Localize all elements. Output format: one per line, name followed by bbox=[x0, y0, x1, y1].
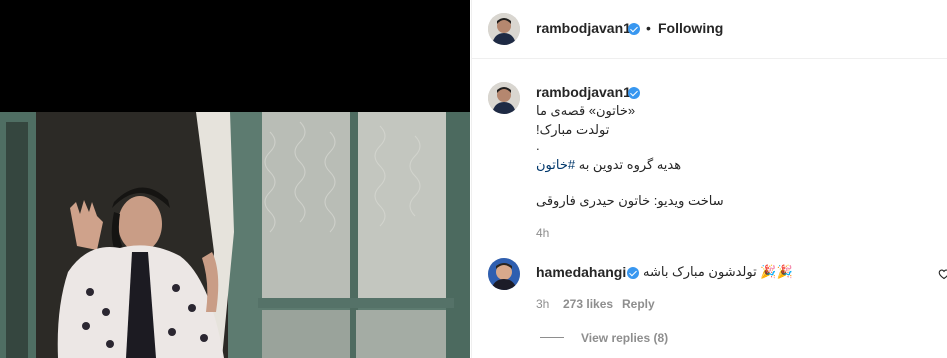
hashtag-link[interactable]: #خاتون bbox=[536, 157, 575, 172]
post-header: rambodjavan1 • Following bbox=[472, 0, 947, 59]
author-avatar-image bbox=[488, 13, 520, 45]
caption-line-4: ساخت ویدیو: خاتون حیدری فاروقی bbox=[536, 193, 724, 208]
comment-reply-button[interactable]: Reply bbox=[622, 297, 655, 311]
comment-text: تولدشون مبارک باشه bbox=[643, 264, 757, 279]
caption-line-1: «خاتون» قصه‌ی ما bbox=[536, 103, 636, 118]
comment-likes[interactable]: 273 likes bbox=[563, 297, 613, 311]
comment-verified-badge-icon bbox=[627, 267, 639, 279]
caption-verified-badge-icon bbox=[628, 87, 640, 99]
video-frame[interactable] bbox=[0, 112, 470, 358]
caption-line-3-text: هدیه گروه تدوین به bbox=[578, 157, 682, 172]
caption-dot: . bbox=[536, 138, 540, 153]
caption-line-3: هدیه گروه تدوین به #خاتون bbox=[536, 157, 681, 173]
like-heart-icon[interactable] bbox=[938, 268, 947, 280]
view-replies-button[interactable]: View replies (8) bbox=[581, 331, 668, 345]
caption-author-avatar[interactable] bbox=[488, 82, 520, 114]
author-avatar[interactable] bbox=[488, 13, 520, 45]
header-separator: • bbox=[646, 20, 651, 36]
comment-avatar-image bbox=[488, 258, 520, 290]
caption-avatar-image bbox=[488, 82, 520, 114]
post-details-panel: rambodjavan1 • Following rambodjavan1 «خ… bbox=[471, 0, 947, 358]
verified-badge-icon bbox=[628, 23, 640, 35]
caption-line-2: تولدت مبارک! bbox=[536, 122, 610, 137]
header-username[interactable]: rambodjavan1 bbox=[536, 20, 631, 36]
comment-text-row: تولدشون مبارک باشه 🎉🎉 bbox=[643, 264, 793, 280]
video-still-image bbox=[0, 112, 470, 358]
caption-username[interactable]: rambodjavan1 bbox=[536, 84, 631, 100]
post-media[interactable] bbox=[0, 0, 470, 358]
caption-timestamp[interactable]: 4h bbox=[536, 226, 549, 240]
following-button[interactable]: Following bbox=[658, 20, 723, 36]
comment-timestamp[interactable]: 3h bbox=[536, 297, 549, 311]
party-popper-icon: 🎉🎉 bbox=[760, 264, 793, 279]
view-replies-divider bbox=[540, 337, 564, 338]
comment-username[interactable]: hamedahangi bbox=[536, 264, 626, 280]
comment-author-avatar[interactable] bbox=[488, 258, 520, 290]
